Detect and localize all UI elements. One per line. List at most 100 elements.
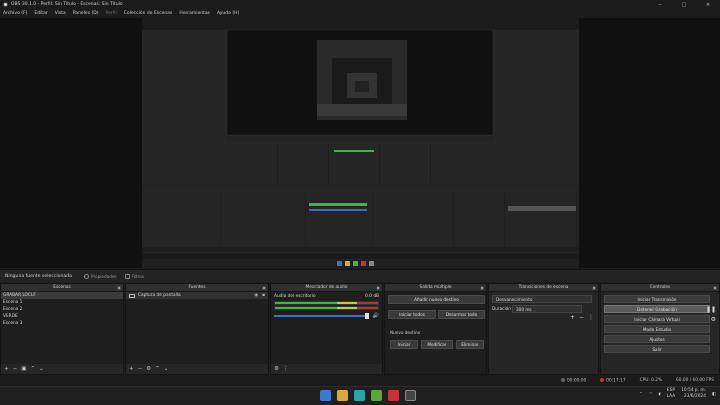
stop-recording-button[interactable]: Detener Grabación xyxy=(604,305,710,313)
start-streaming-button[interactable]: Iniciar Transmisión xyxy=(604,295,710,303)
delete-destination-button[interactable]: Eliminar xyxy=(456,340,484,349)
remove-scene-button[interactable]: − xyxy=(13,366,18,372)
dock-float-icon[interactable]: ▣ xyxy=(117,285,121,290)
close-button[interactable]: ✕ xyxy=(696,0,720,9)
chevron-up-icon[interactable]: ⌃ xyxy=(639,392,643,397)
duration-input[interactable]: 300 ms xyxy=(512,305,582,313)
menu-docks[interactable]: Paneles (D) xyxy=(73,11,99,16)
dock-float-icon[interactable]: ▣ xyxy=(713,285,717,290)
studio-mode-button[interactable]: Modo Estudio xyxy=(604,325,710,333)
move-up-icon[interactable]: ⌃ xyxy=(30,366,35,372)
taskbar-apps xyxy=(320,390,416,401)
dock-float-icon[interactable]: ▣ xyxy=(376,285,380,290)
remove-source-button[interactable]: − xyxy=(138,366,143,372)
mixer-toolbar: ⚙ ⋮ xyxy=(271,364,382,374)
properties-button[interactable]: Propiedades xyxy=(83,273,117,279)
gear-icon[interactable]: ⚙ xyxy=(146,366,151,372)
system-tray: ⌃ ◠ ◖ ESP LAA 10:54 p. m. 23/6/2024 ◧ xyxy=(639,388,716,400)
obs-taskbar-icon[interactable] xyxy=(405,390,416,401)
move-down-icon[interactable]: ⌄ xyxy=(164,366,169,372)
add-source-button[interactable]: + xyxy=(129,366,134,372)
remove-transition-button[interactable]: − xyxy=(579,314,584,321)
scenes-header: Escenas ▣ xyxy=(1,284,123,292)
scenes-toolbar: + − ▣ ⌃ ⌄ xyxy=(1,364,123,374)
start-destination-button[interactable]: Iniciar xyxy=(390,340,418,349)
preview-canvas[interactable] xyxy=(0,18,720,268)
nested-screen-capture xyxy=(142,18,579,268)
move-down-icon[interactable]: ⌄ xyxy=(39,366,44,372)
lock-icon[interactable]: ▪ xyxy=(262,293,265,298)
multiple-output-header: Salida múltiple ▣ xyxy=(385,284,486,292)
network-icon[interactable]: ◠ xyxy=(649,392,653,397)
dock-float-icon[interactable]: ▣ xyxy=(480,285,484,290)
transitions-header: Transiciones de escena ▣ xyxy=(489,284,598,292)
chrome-icon[interactable] xyxy=(371,390,382,401)
dock-float-icon[interactable]: ▣ xyxy=(262,285,266,290)
menu-view[interactable]: Vista xyxy=(55,11,66,16)
volume-meter xyxy=(274,306,379,310)
scenes-list: GRABAR LOCLF Escena 1 Escena 2 VERDE Esc… xyxy=(1,292,123,364)
more-options-icon[interactable]: ⋮ xyxy=(588,314,594,321)
multiple-output-dock: Salida múltiple ▣ Añadir nuevo destino In… xyxy=(384,283,487,375)
eye-icon[interactable]: ◉ xyxy=(254,293,258,298)
modify-destination-button[interactable]: Modificar xyxy=(421,340,453,349)
file-explorer-icon[interactable] xyxy=(337,390,348,401)
maximize-button[interactable]: □ xyxy=(672,0,696,9)
gear-icon[interactable]: ⚙ xyxy=(274,366,279,372)
filter-icon[interactable]: ▣ xyxy=(21,366,26,372)
status-bar: 00:00:00 00:17:17 CPU: 0.2% 60.00 / 60.0… xyxy=(0,375,720,386)
add-transition-button[interactable]: + xyxy=(570,314,575,321)
scenes-dock: Escenas ▣ GRABAR LOCLF Escena 1 Escena 2 … xyxy=(0,283,124,375)
title-bar: OBS 30.1.0 - Perfil: Sin Título - Escena… xyxy=(0,0,720,9)
source-item[interactable]: Captura de pantalla ◉ ▪ xyxy=(126,292,268,299)
add-destination-button[interactable]: Añadir nuevo destino xyxy=(388,295,485,304)
more-options-icon[interactable]: ⋮ xyxy=(283,366,289,372)
scene-item[interactable]: Escena 3 xyxy=(1,320,123,327)
stop-all-button[interactable]: Desarmar todo xyxy=(438,310,485,319)
menu-file[interactable]: Archivo (F) xyxy=(3,11,27,16)
mixer-body: Audio del escritorio 0.0 dB 🔊 xyxy=(271,292,382,364)
start-virtual-camera-button[interactable]: Iniciar Cámara Virtual xyxy=(604,315,710,323)
speaker-icon[interactable]: 🔊 xyxy=(373,313,379,319)
monitor-icon xyxy=(129,293,135,298)
exit-button[interactable]: Salir xyxy=(604,345,710,353)
channel-name: Audio del escritorio xyxy=(274,294,316,299)
scene-item[interactable]: Escena 2 xyxy=(1,306,123,313)
menu-profile[interactable]: Perfil xyxy=(105,11,116,16)
settings-button[interactable]: Ajustes xyxy=(604,335,710,343)
controls-header: Controles ▣ xyxy=(601,284,719,292)
menu-help[interactable]: Ayuda (H) xyxy=(217,11,239,16)
windows-taskbar: ⌃ ◠ ◖ ESP LAA 10:54 p. m. 23/6/2024 ◧ xyxy=(0,386,720,405)
channel-level: 0.0 dB xyxy=(365,294,379,299)
pause-icon[interactable]: ❚❚ xyxy=(706,306,716,313)
volume-meter xyxy=(274,301,379,305)
window-controls: ─ □ ✕ xyxy=(648,0,720,9)
speaker-icon[interactable]: ◖ xyxy=(658,392,660,397)
new-destination-label: Nuevo destino xyxy=(390,330,421,335)
menu-tools[interactable]: Herramientas xyxy=(179,11,210,16)
move-up-icon[interactable]: ⌃ xyxy=(155,366,160,372)
add-scene-button[interactable]: + xyxy=(4,366,9,372)
minimize-button[interactable]: ─ xyxy=(648,0,672,9)
gear-icon[interactable]: ⚙ xyxy=(711,316,716,323)
scene-transitions-dock: Transiciones de escena ▣ Desvanecimiento … xyxy=(488,283,599,375)
browser-icon[interactable] xyxy=(354,390,365,401)
dock-float-icon[interactable]: ▣ xyxy=(592,285,596,290)
language-indicator[interactable]: ESP LAA xyxy=(667,388,676,400)
menu-edit[interactable]: Editar xyxy=(34,11,47,16)
transition-select[interactable]: Desvanecimiento xyxy=(492,295,592,303)
menu-scene-collection[interactable]: Colección de Escenas xyxy=(124,11,173,16)
volume-slider-handle[interactable] xyxy=(364,313,369,319)
app-icon[interactable] xyxy=(388,390,399,401)
notification-icon[interactable]: ◧ xyxy=(712,392,716,397)
windows-start-icon[interactable] xyxy=(320,390,331,401)
scene-item[interactable]: VERDE xyxy=(1,313,123,320)
filters-button[interactable]: Filtros xyxy=(124,273,144,279)
volume-slider[interactable]: 🔊 xyxy=(274,313,379,319)
taskbar-clock[interactable]: 10:54 p. m. 23/6/2024 xyxy=(681,388,706,400)
scene-item[interactable]: Escena 1 xyxy=(1,299,123,306)
scene-item[interactable]: GRABAR LOCLF xyxy=(1,292,123,299)
start-all-button[interactable]: Iniciar todos xyxy=(388,310,436,319)
gear-icon xyxy=(83,273,89,279)
menu-bar: Archivo (F) Editar Vista Paneles (D) Per… xyxy=(0,9,720,18)
